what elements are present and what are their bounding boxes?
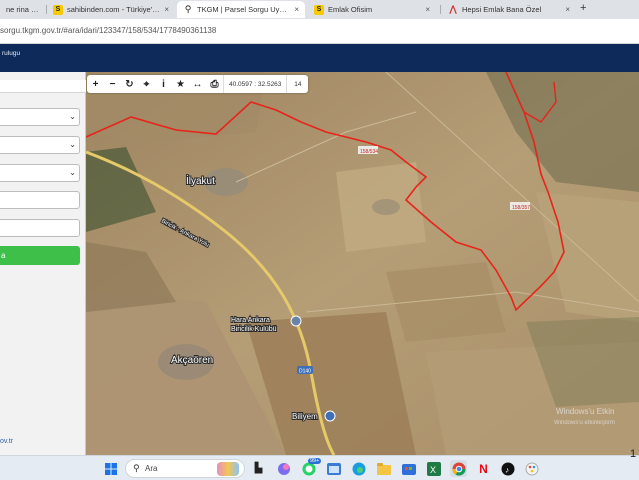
paint-icon[interactable] bbox=[523, 460, 540, 477]
star-icon[interactable]: ★ bbox=[172, 75, 189, 93]
parcel-number-input[interactable] bbox=[0, 219, 80, 237]
village-label-biliyem: Biliyem bbox=[292, 412, 318, 421]
tab-sahibinden[interactable]: S sahibinden.com - Türkiye'nin O × bbox=[47, 1, 175, 18]
chevron-down-icon: ⌄ bbox=[69, 112, 76, 121]
zoom-level: 14 bbox=[286, 75, 308, 93]
zoom-out-button[interactable]: − bbox=[104, 75, 121, 93]
neighborhood-select[interactable]: ⌄ bbox=[0, 164, 80, 182]
netflix-icon[interactable]: N bbox=[475, 460, 492, 477]
road-code-label: D140 bbox=[299, 369, 311, 375]
search-icon: ⚲ bbox=[133, 463, 140, 473]
task-view-icon[interactable]: ▙ bbox=[250, 460, 267, 477]
windows-start-icon[interactable] bbox=[102, 460, 119, 477]
url-text[interactable]: sorgu.tkgm.gov.tr/#ara/idari/123347/158/… bbox=[0, 26, 216, 35]
explorer-window-icon[interactable] bbox=[325, 460, 342, 477]
tab-hepsiemlak[interactable]: ⋀ Hepsi Emlak Bana Özel × bbox=[442, 1, 576, 18]
block-number-input[interactable] bbox=[0, 191, 80, 209]
farm-label-line2: Biricilik Kulübü bbox=[231, 326, 277, 333]
map-pin-icon: ⚲ bbox=[184, 4, 192, 14]
footer-link[interactable]: ov.tr bbox=[0, 438, 13, 445]
district-select[interactable]: ⌄ bbox=[0, 136, 80, 154]
taskbar-search[interactable]: ⚲ Ara bbox=[125, 459, 245, 478]
info-icon[interactable]: i bbox=[155, 75, 172, 93]
parcel-label-2[interactable]: 158/357 bbox=[512, 205, 530, 211]
clock-fragment: 1 bbox=[630, 448, 637, 460]
village-label-akcaoren: Akçaören bbox=[171, 355, 213, 366]
map-imagery: 158/534 158/357 İlyakut Biricik - Ankara… bbox=[86, 72, 639, 455]
tab-separator bbox=[440, 5, 441, 14]
tab-tkgm[interactable]: ⚲ TKGM | Parsel Sorgu Uygulama × bbox=[177, 1, 305, 18]
windows-watermark-sub: Windows'u etkinleştirm bbox=[554, 420, 615, 426]
sahibinden-icon: S bbox=[53, 4, 63, 15]
tab-emlak-ofisim[interactable]: S Emlak Ofisim × bbox=[308, 1, 436, 18]
copilot-icon[interactable] bbox=[275, 460, 292, 477]
chrome-icon[interactable] bbox=[450, 460, 467, 477]
site-title: rulugu bbox=[2, 50, 21, 57]
village-label-ilyakut: İlyakut bbox=[186, 174, 215, 187]
search-highlight-icon bbox=[217, 462, 239, 476]
locate-icon[interactable]: ⌖ bbox=[138, 75, 155, 93]
satellite-map[interactable]: 158/534 158/357 İlyakut Biricik - Ankara… bbox=[86, 72, 639, 455]
tab-label: Hepsi Emlak Bana Özel bbox=[462, 5, 542, 14]
poi-marker-icon[interactable] bbox=[290, 315, 302, 327]
close-icon[interactable]: × bbox=[294, 5, 299, 14]
tab-label: TKGM | Parsel Sorgu Uygulama bbox=[197, 5, 290, 14]
new-tab-button[interactable]: + bbox=[580, 2, 586, 14]
hepsiemlak-icon: ⋀ bbox=[449, 4, 457, 14]
tab-label: sahibinden.com - Türkiye'nin O bbox=[67, 5, 161, 14]
panel-tab-strip bbox=[0, 80, 86, 93]
site-header: rulugu bbox=[0, 44, 639, 72]
parcel-label-1[interactable]: 158/534 bbox=[360, 149, 378, 155]
search-placeholder: Ara bbox=[145, 464, 158, 473]
notification-badge: 99+ bbox=[308, 458, 322, 464]
address-bar[interactable]: sorgu.tkgm.gov.tr/#ara/idari/123347/158/… bbox=[0, 19, 639, 44]
tab-label: Emlak Ofisim bbox=[328, 5, 373, 14]
store-icon[interactable] bbox=[400, 460, 417, 477]
close-icon[interactable]: × bbox=[565, 5, 570, 14]
chevron-down-icon: ⌄ bbox=[69, 168, 76, 177]
browser-tab-strip: ne rina Oltr S sahibinden.com - Türkiye'… bbox=[0, 0, 639, 19]
excel-icon[interactable]: X bbox=[425, 460, 442, 477]
query-panel: ⌄ ⌄ ⌄ a ov.tr bbox=[0, 72, 86, 455]
edge-icon[interactable] bbox=[350, 460, 367, 477]
windows-watermark: Windows'u Etkin bbox=[556, 407, 614, 416]
poi-marker-icon[interactable] bbox=[324, 410, 336, 422]
chevron-down-icon: ⌄ bbox=[69, 140, 76, 149]
coordinate-readout: 40.0597 : 32.5263 bbox=[223, 75, 286, 93]
farm-label-line1: Hara Ankara bbox=[231, 317, 270, 324]
svg-text:X: X bbox=[430, 465, 436, 475]
query-button[interactable]: a bbox=[0, 246, 80, 265]
file-explorer-icon[interactable] bbox=[375, 460, 392, 477]
print-icon[interactable]: ⎙ bbox=[206, 75, 223, 93]
zoom-in-button[interactable]: + bbox=[87, 75, 104, 93]
refresh-icon[interactable]: ↻ bbox=[121, 75, 138, 93]
close-icon[interactable]: × bbox=[425, 5, 430, 14]
measure-icon[interactable]: ↔ bbox=[189, 75, 206, 93]
tab-label: ne rina Oltr bbox=[6, 5, 40, 14]
map-toolbar: + − ↻ ⌖ i ★ ↔ ⎙ 40.0597 : 32.5263 14 bbox=[87, 75, 309, 93]
windows-taskbar: ⚲ Ara ▙ 99+ X N ♪ 1 bbox=[0, 448, 639, 480]
sahibinden-icon: S bbox=[314, 4, 324, 15]
svg-text:♪: ♪ bbox=[505, 465, 509, 474]
close-icon[interactable]: × bbox=[164, 5, 169, 14]
province-select[interactable]: ⌄ bbox=[0, 108, 80, 126]
tiktok-icon[interactable]: ♪ bbox=[499, 460, 516, 477]
tab-prev[interactable]: ne rina Oltr bbox=[0, 1, 46, 18]
